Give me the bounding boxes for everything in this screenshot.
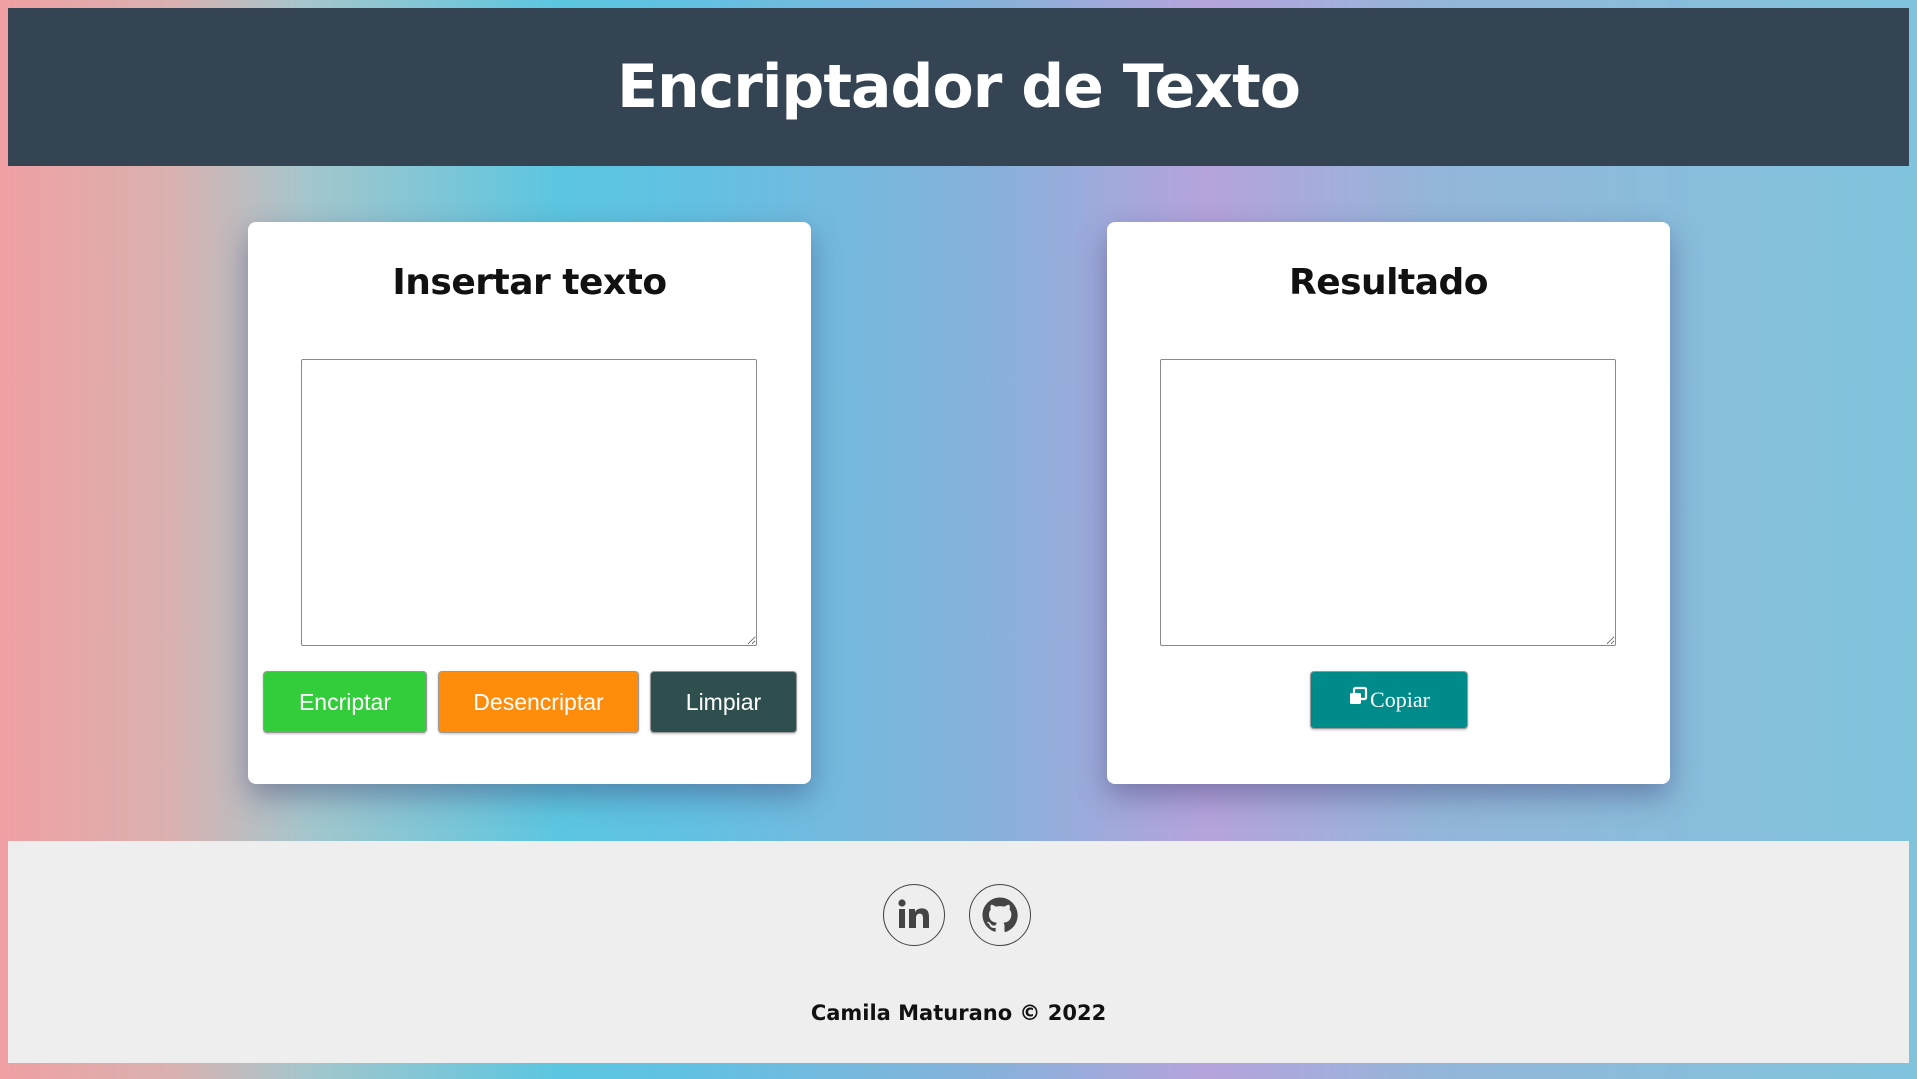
page-header: Encriptador de Texto [8,8,1909,166]
copy-icon [1350,686,1368,704]
copy-button-label: Copiar [1370,687,1430,712]
github-link[interactable] [969,884,1031,946]
result-textarea[interactable] [1160,359,1616,646]
input-card-title: Insertar texto [392,262,667,303]
page-footer: Camila Maturano © 2022 [8,841,1909,1063]
page-title: Encriptador de Texto [617,52,1301,122]
input-card: Insertar texto Encriptar Desencriptar Li… [248,222,811,784]
linkedin-icon [898,899,929,928]
clear-button[interactable]: Limpiar [650,671,797,733]
result-card-title: Resultado [1288,262,1489,303]
decrypt-button[interactable]: Desencriptar [438,671,639,733]
result-card: Resultado Copiar [1107,222,1670,784]
github-icon [982,897,1018,933]
encrypt-button[interactable]: Encriptar [263,671,427,733]
footer-credit: Camila Maturano © 2022 [810,1001,1107,1025]
input-textarea[interactable] [301,359,757,646]
copy-button[interactable]: Copiar [1310,671,1468,729]
linkedin-link[interactable] [883,884,945,946]
